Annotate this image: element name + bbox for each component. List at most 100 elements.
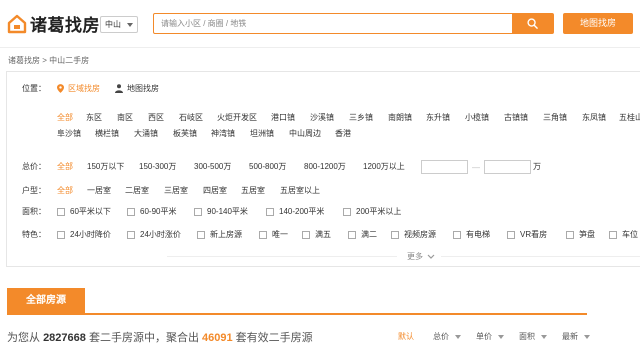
area-checkbox[interactable]: 60-90平米 [127, 206, 176, 217]
feature-checkbox[interactable]: 24小时涨价 [127, 229, 181, 240]
features-label: 特色： [22, 230, 46, 239]
sort-unit-price[interactable]: 单价 [476, 331, 504, 342]
min-price-input[interactable] [421, 160, 468, 174]
tab-area-search[interactable]: 区域找房 [57, 83, 100, 94]
district-option[interactable]: 古镇镇 [504, 112, 528, 123]
checkbox-icon [127, 230, 135, 239]
area-option-label: 90-140平米 [207, 207, 248, 216]
house-logo-icon [7, 14, 27, 33]
price-option[interactable]: 1200万以上 [363, 161, 405, 172]
logo[interactable]: 诸葛找房 [7, 11, 100, 36]
district-option[interactable]: 石岐区 [179, 112, 203, 123]
district-option[interactable]: 阜沙镇 [57, 128, 81, 139]
district-option[interactable]: 东凤镇 [582, 112, 606, 123]
more-button[interactable]: 更多 [407, 251, 435, 262]
area-checkbox[interactable]: 140-200平米 [266, 206, 324, 217]
district-option[interactable]: 五桂山 [619, 112, 640, 123]
sort-total-price-label: 总价 [433, 332, 449, 341]
search-input[interactable] [154, 14, 512, 33]
district-option[interactable]: 香港 [335, 128, 351, 139]
price-option[interactable]: 全部 [57, 161, 73, 172]
divider [167, 256, 397, 257]
sort-default[interactable]: 默认 [398, 331, 414, 342]
feature-checkbox[interactable]: 24小时降价 [57, 229, 111, 240]
feature-option-label: 笋盘 [579, 230, 595, 239]
area-checkbox[interactable]: 200平米以上 [343, 206, 401, 217]
area-option-label: 140-200平米 [279, 207, 325, 216]
total-count: 2827668 [43, 332, 86, 344]
person-icon [115, 84, 123, 93]
breadcrumb-home[interactable]: 诸葛找房 [8, 56, 40, 65]
sort-arrow-icon [498, 334, 504, 339]
feature-checkbox[interactable]: 新上房源 [197, 229, 242, 240]
district-option[interactable]: 三角镇 [543, 112, 567, 123]
price-option[interactable]: 300-500万 [194, 161, 231, 172]
breadcrumb-current[interactable]: 中山二手房 [49, 56, 89, 65]
checkbox-icon [348, 230, 356, 239]
checkbox-icon [302, 230, 310, 239]
price-option[interactable]: 150-300万 [139, 161, 176, 172]
district-option[interactable]: 板芙镇 [173, 128, 197, 139]
district-option[interactable]: 小榄镇 [465, 112, 489, 123]
layout-option[interactable]: 四居室 [203, 185, 227, 196]
summary-middle: 套二手房源中，聚合出 [88, 332, 199, 344]
checkbox-icon [57, 230, 65, 239]
district-option[interactable]: 三乡镇 [349, 112, 373, 123]
feature-checkbox[interactable]: 车位 [609, 229, 638, 240]
max-price-input[interactable] [484, 160, 531, 174]
layout-option[interactable]: 一居室 [87, 185, 111, 196]
district-option[interactable]: 火炬开发区 [217, 112, 257, 123]
district-option[interactable]: 大涌镇 [134, 128, 158, 139]
checkbox-icon [194, 207, 202, 216]
price-option[interactable]: 800-1200万 [304, 161, 346, 172]
feature-checkbox[interactable]: 视频房源 [391, 229, 436, 240]
district-option[interactable]: 全部 [57, 112, 73, 123]
valid-count: 46091 [202, 332, 233, 344]
district-option[interactable]: 沙溪镇 [310, 112, 334, 123]
district-option[interactable]: 中山周边 [289, 128, 321, 139]
district-option[interactable]: 神湾镇 [211, 128, 235, 139]
feature-checkbox[interactable]: 满五 [302, 229, 331, 240]
district-option[interactable]: 南朗镇 [388, 112, 412, 123]
checkbox-icon [343, 207, 351, 216]
layout-option[interactable]: 全部 [57, 185, 73, 196]
price-range-dash: — [472, 163, 480, 172]
area-checkbox[interactable]: 60平米以下 [57, 206, 111, 217]
layout-option[interactable]: 五居室以上 [280, 185, 320, 196]
chevron-down-icon [427, 254, 435, 259]
price-option[interactable]: 150万以下 [87, 161, 124, 172]
city-label: 中山 [105, 20, 121, 29]
sort-area[interactable]: 面积 [519, 331, 547, 342]
feature-checkbox[interactable]: 唯一 [259, 229, 288, 240]
area-option-label: 200平米以上 [356, 207, 402, 216]
district-option[interactable]: 南区 [117, 112, 133, 123]
city-select[interactable]: 中山 [100, 16, 138, 33]
district-option[interactable]: 坦洲镇 [250, 128, 274, 139]
search-button[interactable] [512, 14, 553, 33]
sort-newest[interactable]: 最新 [562, 331, 590, 342]
feature-checkbox[interactable]: 满二 [348, 229, 377, 240]
checkbox-icon [507, 230, 515, 239]
layout-option[interactable]: 三居室 [164, 185, 188, 196]
layout-option[interactable]: 二居室 [125, 185, 149, 196]
district-option[interactable]: 东升镇 [426, 112, 450, 123]
area-checkbox[interactable]: 90-140平米 [194, 206, 248, 217]
district-option[interactable]: 东区 [86, 112, 102, 123]
tab-all-listings[interactable]: 全部房源 [7, 288, 85, 313]
feature-option-label: 唯一 [272, 230, 288, 239]
map-search-button[interactable]: 地图找房 [563, 13, 633, 34]
more-label: 更多 [407, 252, 423, 261]
sort-total-price[interactable]: 总价 [433, 331, 461, 342]
feature-option-label: 满二 [361, 230, 377, 239]
tab-map-search[interactable]: 地图找房 [115, 83, 159, 94]
feature-checkbox[interactable]: VR看房 [507, 229, 547, 240]
layout-option[interactable]: 五居室 [241, 185, 265, 196]
district-option[interactable]: 横栏镇 [95, 128, 119, 139]
divider [441, 256, 640, 257]
feature-checkbox[interactable]: 笋盘 [566, 229, 595, 240]
summary-prefix: 为您从 [7, 332, 40, 344]
district-option[interactable]: 港口镇 [271, 112, 295, 123]
price-option[interactable]: 500-800万 [249, 161, 286, 172]
feature-checkbox[interactable]: 有电梯 [453, 229, 490, 240]
district-option[interactable]: 西区 [148, 112, 164, 123]
